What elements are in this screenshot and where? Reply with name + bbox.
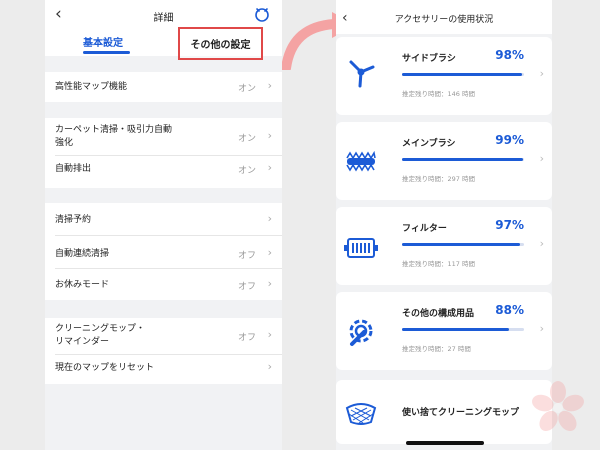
accessory-screen: ‹ アクセサリーの使用状況 サイドブラシ 98% 推定残り時間：146 時間 ›… bbox=[336, 0, 552, 450]
accessory-card-other-parts[interactable]: その他の構成用品 88% 推定残り時間：27 時間 › bbox=[336, 292, 552, 370]
main-brush-icon bbox=[346, 150, 376, 172]
setting-label-dnd: お休みモード bbox=[55, 280, 110, 290]
settings-group-cleaning: カーペット清掃・吸引力自動 強化 オン › 自動排出 オン › bbox=[45, 118, 282, 188]
accessory-name: 使い捨てクリーニングモップ bbox=[402, 408, 520, 418]
accessory-name: フィルター bbox=[402, 224, 447, 234]
divider bbox=[55, 268, 282, 269]
divider bbox=[55, 235, 282, 236]
chevron-right-icon: › bbox=[267, 246, 272, 259]
life-progress-fill bbox=[402, 158, 523, 161]
divider bbox=[55, 155, 282, 156]
accessory-name: その他の構成用品 bbox=[402, 309, 475, 319]
accessory-percent: 99% bbox=[495, 133, 524, 147]
setting-row-hd-map[interactable]: 高性能マップ機能 オン › bbox=[45, 72, 282, 102]
setting-label-reset-map[interactable]: 現在のマップをリセット bbox=[55, 362, 154, 375]
settings-group-schedule: 清掃予約 › 自動連続清掃 オフ › お休みモード オフ › bbox=[45, 203, 282, 300]
chevron-right-icon: › bbox=[267, 360, 272, 373]
setting-label-continuous: 自動連続清掃 bbox=[55, 249, 110, 259]
sakura-watermark-icon bbox=[532, 381, 584, 432]
setting-value-auto-empty[interactable]: オン bbox=[238, 163, 256, 176]
chevron-right-icon: › bbox=[539, 152, 544, 165]
chevron-right-icon: › bbox=[539, 237, 544, 250]
setting-label-auto-empty: 自動排出 bbox=[55, 164, 92, 174]
setting-label-schedule[interactable]: 清掃予約 bbox=[55, 214, 91, 227]
tab-other-settings[interactable]: その他の設定 bbox=[178, 27, 263, 60]
wrench-gear-icon bbox=[349, 319, 373, 346]
chevron-right-icon: › bbox=[267, 161, 272, 174]
accessory-name: サイドブラシ bbox=[402, 54, 456, 64]
accessory-card-side-brush[interactable]: サイドブラシ 98% 推定残り時間：146 時間 › bbox=[336, 37, 552, 115]
accessory-header: ‹ アクセサリーの使用状況 bbox=[336, 0, 552, 34]
mop-pad-icon bbox=[345, 403, 377, 425]
remaining-time: 推定残り時間：117 時間 bbox=[402, 260, 475, 268]
settings-screen: ‹ 詳細 基本設定 その他の設定 高性能マップ機能 オン › カーペット清掃・吸… bbox=[45, 0, 282, 450]
remaining-time: 推定残り時間：27 時間 bbox=[402, 345, 471, 353]
chevron-right-icon: › bbox=[267, 79, 272, 92]
robot-icon[interactable] bbox=[254, 6, 270, 22]
chevron-right-icon: › bbox=[539, 322, 544, 335]
remaining-time: 推定残り時間：297 時間 bbox=[402, 175, 475, 183]
setting-value: オン bbox=[237, 84, 256, 94]
side-brush-icon bbox=[349, 60, 375, 88]
setting-label-carpet-2: 強化 bbox=[55, 138, 74, 148]
tab-basic-settings[interactable]: 基本設定 bbox=[83, 34, 123, 49]
remaining-time: 推定残り時間：146 時間 bbox=[402, 90, 475, 98]
setting-value-mop[interactable]: オフ bbox=[238, 330, 256, 343]
accessory-percent: 98% bbox=[495, 48, 524, 62]
setting-value-carpet[interactable]: オン bbox=[238, 131, 256, 144]
page-title: アクセサリーの使用状況 bbox=[394, 15, 494, 25]
filter-icon bbox=[344, 238, 378, 258]
chevron-right-icon: › bbox=[267, 212, 272, 225]
home-indicator bbox=[406, 441, 484, 445]
life-progress-fill bbox=[402, 73, 522, 76]
setting-label-mop-1: クリーニングモップ・ bbox=[55, 324, 146, 334]
accessory-card-disposable-mop[interactable]: 使い捨てクリーニングモップ bbox=[336, 380, 552, 444]
life-progress-bar bbox=[402, 243, 524, 246]
setting-label-carpet-1: カーペット清掃・吸引力自動 bbox=[55, 125, 173, 135]
accessory-percent: 97% bbox=[495, 218, 524, 232]
setting-label: 高性能マップ機能 bbox=[55, 82, 128, 92]
accessory-card-main-brush[interactable]: メインブラシ 99% 推定残り時間：297 時間 › bbox=[336, 122, 552, 200]
tab-active-indicator bbox=[83, 51, 130, 54]
chevron-right-icon: › bbox=[267, 129, 272, 142]
accessory-name: メインブラシ bbox=[402, 139, 456, 149]
accessory-card-filter[interactable]: フィルター 97% 推定残り時間：117 時間 › bbox=[336, 207, 552, 285]
setting-label-mop-2: リマインダー bbox=[55, 337, 110, 347]
life-progress-bar bbox=[402, 328, 524, 331]
chevron-right-icon: › bbox=[267, 328, 272, 341]
accessory-percent: 88% bbox=[495, 303, 524, 317]
life-progress-bar bbox=[402, 158, 524, 161]
life-progress-fill bbox=[402, 243, 521, 246]
setting-value-dnd[interactable]: オフ bbox=[238, 279, 256, 292]
setting-value-continuous[interactable]: オフ bbox=[238, 248, 256, 261]
life-progress-bar bbox=[402, 73, 524, 76]
life-progress-fill bbox=[402, 328, 510, 331]
page-title: 詳細 bbox=[153, 13, 174, 24]
chevron-right-icon: › bbox=[539, 67, 544, 80]
settings-group-maintenance: クリーニングモップ・ リマインダー オフ › 現在のマップをリセット › bbox=[45, 318, 282, 384]
chevron-right-icon: › bbox=[267, 277, 272, 290]
divider bbox=[55, 354, 282, 355]
